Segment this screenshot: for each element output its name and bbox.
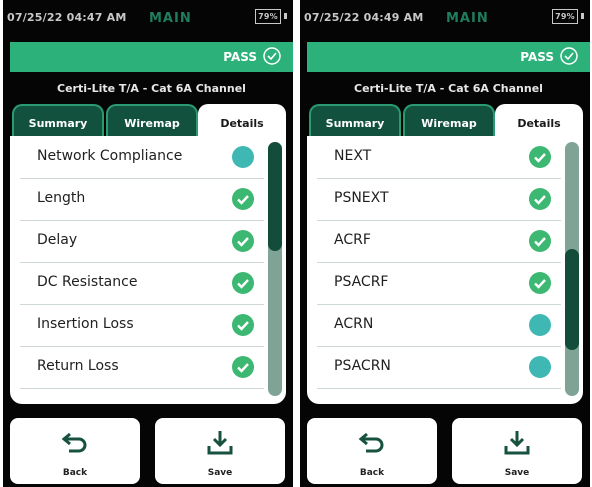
list-item-psacrn[interactable]: PSACRN: [317, 346, 561, 389]
pass-check-icon: [232, 314, 254, 336]
status-bar: 07/25/22 04:49 AM MAIN 79%: [300, 6, 590, 28]
pass-label: PASS: [223, 50, 257, 64]
info-status-icon: [529, 356, 551, 378]
status-mode: MAIN: [149, 11, 192, 26]
save-label: Save: [504, 468, 530, 478]
pass-label: PASS: [520, 50, 554, 64]
list-item-label: ACRN: [334, 316, 374, 332]
status-mode: MAIN: [446, 11, 489, 26]
list-item-next[interactable]: NEXT: [317, 136, 561, 179]
pass-check-icon: [263, 47, 281, 65]
tester-screen-right: 07/25/22 04:49 AM MAIN 79% PASS Certi-Li…: [300, 0, 590, 487]
results-panel: Summary Wiremap Details Network Complian…: [10, 104, 288, 404]
download-icon: [207, 431, 233, 455]
save-button[interactable]: Save: [452, 418, 582, 484]
list-item-psacrf[interactable]: PSACRF: [317, 262, 561, 305]
list-item-network-compliance[interactable]: Network Compliance: [20, 136, 264, 179]
list-item-label: Length: [37, 190, 86, 206]
results-list: NEXT PSNEXT ACRF PSACRF ACRN PSACRN: [307, 136, 583, 404]
battery-tip: [581, 13, 584, 19]
list-item-return-loss[interactable]: Return Loss: [20, 346, 264, 389]
pass-check-icon: [529, 146, 551, 168]
pass-check-icon: [232, 230, 254, 252]
list-item-delay[interactable]: Delay: [20, 220, 264, 263]
download-icon: [504, 431, 530, 455]
back-button[interactable]: Back: [307, 418, 437, 484]
pass-check-icon: [529, 272, 551, 294]
list-item-acrf[interactable]: ACRF: [317, 220, 561, 263]
list-item-label: ACRF: [334, 232, 371, 248]
test-title: Certi-Lite T/A - Cat 6A Channel: [57, 82, 246, 95]
tab-details[interactable]: Details: [198, 104, 286, 140]
save-label: Save: [207, 468, 233, 478]
tab-wiremap[interactable]: Wiremap: [403, 104, 495, 140]
scrollbar[interactable]: [565, 142, 579, 396]
list-item-acrn[interactable]: ACRN: [317, 304, 561, 347]
pass-check-icon: [232, 188, 254, 210]
list-item-psnext[interactable]: PSNEXT: [317, 178, 561, 221]
pass-check-icon: [529, 230, 551, 252]
pass-check-icon: [232, 272, 254, 294]
tab-details[interactable]: Details: [495, 104, 583, 140]
pass-banner: PASS: [10, 42, 293, 72]
battery-icon: 79%: [255, 9, 281, 24]
tab-summary[interactable]: Summary: [309, 104, 401, 140]
back-arrow-icon: [61, 432, 87, 453]
list-item-label: PSACRN: [334, 358, 391, 374]
list-item-label: Delay: [37, 232, 78, 248]
list-item-length[interactable]: Length: [20, 178, 264, 221]
status-time: 07/25/22 04:47 AM: [7, 11, 127, 24]
list-item-label: Return Loss: [37, 358, 119, 374]
tester-screen-left: 07/25/22 04:47 AM MAIN 79% PASS Certi-Li…: [3, 0, 293, 487]
list-item-label: Insertion Loss: [37, 316, 134, 332]
pass-check-icon: [560, 47, 578, 65]
back-label: Back: [62, 468, 88, 478]
status-time: 07/25/22 04:49 AM: [304, 11, 424, 24]
pass-check-icon: [529, 188, 551, 210]
info-status-icon: [232, 146, 254, 168]
list-item-dc-resistance[interactable]: DC Resistance: [20, 262, 264, 305]
pass-check-icon: [232, 356, 254, 378]
tab-summary[interactable]: Summary: [12, 104, 104, 140]
pass-banner: PASS: [307, 42, 590, 72]
list-item-label: PSACRF: [334, 274, 389, 290]
list-item-insertion-loss[interactable]: Insertion Loss: [20, 304, 264, 347]
scrollbar[interactable]: [268, 142, 282, 396]
tab-wiremap[interactable]: Wiremap: [106, 104, 198, 140]
back-arrow-icon: [358, 432, 384, 453]
scrollbar-thumb[interactable]: [268, 142, 282, 252]
scrollbar-thumb[interactable]: [565, 248, 579, 351]
back-button[interactable]: Back: [10, 418, 140, 484]
save-button[interactable]: Save: [155, 418, 285, 484]
list-item-label: Network Compliance: [37, 148, 183, 164]
test-title: Certi-Lite T/A - Cat 6A Channel: [354, 82, 543, 95]
list-item-label: DC Resistance: [37, 274, 138, 290]
info-status-icon: [529, 314, 551, 336]
battery-icon: 79%: [552, 9, 578, 24]
status-bar: 07/25/22 04:47 AM MAIN 79%: [3, 6, 293, 28]
results-list: Network Compliance Length Delay DC Resis…: [10, 136, 286, 404]
list-item-label: NEXT: [334, 148, 372, 164]
results-panel: Summary Wiremap Details NEXT PSNEXT ACRF…: [307, 104, 585, 404]
battery-tip: [284, 13, 287, 19]
back-label: Back: [359, 468, 385, 478]
list-item-label: PSNEXT: [334, 190, 389, 206]
